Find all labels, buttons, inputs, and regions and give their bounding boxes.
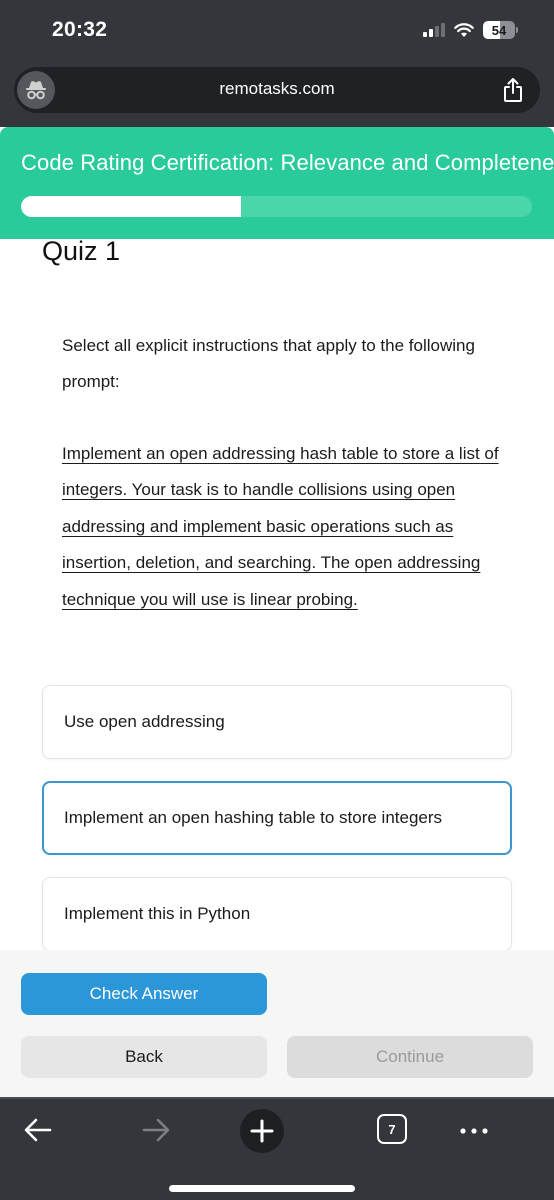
course-header: Code Rating Certification: Relevance and… — [0, 127, 554, 239]
arrow-right-icon[interactable] — [140, 1115, 172, 1145]
quiz-actions-footer: Check Answer Back Continue — [0, 950, 554, 1097]
battery-tip — [516, 27, 518, 33]
screen: 20:32 54 remotasks.com Code Rating Certi… — [0, 0, 554, 1200]
plus-icon[interactable] — [240, 1109, 284, 1153]
home-indicator[interactable] — [169, 1185, 355, 1192]
browser-top-chrome: 20:32 54 remotasks.com — [0, 0, 554, 127]
battery-icon: 54 — [483, 21, 515, 39]
answer-option-label: Implement this in Python — [64, 904, 251, 923]
course-progress-fill — [21, 196, 241, 217]
share-icon[interactable] — [502, 77, 524, 108]
battery-percent: 54 — [491, 22, 507, 38]
cellular-signal-icon — [423, 23, 445, 37]
question-prompt: Implement an open addressing hash table … — [62, 444, 499, 609]
course-title: Code Rating Certification: Relevance and… — [21, 150, 554, 175]
question-instruction: Select all explicit instructions that ap… — [62, 336, 475, 391]
continue-button[interactable]: Continue — [287, 1036, 533, 1078]
course-progress-bar — [21, 196, 532, 217]
answer-option-label: Use open addressing — [64, 712, 225, 731]
answer-option-label: Implement an open hashing table to store… — [64, 808, 443, 827]
arrow-left-icon[interactable] — [22, 1115, 54, 1145]
check-answer-button[interactable]: Check Answer — [21, 973, 267, 1015]
quiz-title: Quiz 1 — [42, 236, 121, 266]
answer-option[interactable]: Implement this in Python — [42, 877, 512, 951]
answer-option[interactable]: Implement an open hashing table to store… — [42, 781, 512, 855]
wifi-icon — [454, 22, 474, 37]
status-icons: 54 — [423, 21, 518, 39]
status-time: 20:32 — [52, 18, 108, 41]
tabs-icon[interactable]: 7 — [377, 1114, 407, 1144]
answer-option[interactable]: Use open addressing — [42, 685, 512, 759]
tab-count: 7 — [388, 1121, 396, 1137]
more-dots-icon[interactable] — [458, 1119, 490, 1143]
browser-bottom-toolbar: 7 — [0, 1097, 554, 1200]
url-text[interactable]: remotasks.com — [14, 79, 540, 99]
back-button[interactable]: Back — [21, 1036, 267, 1078]
address-bar[interactable]: remotasks.com — [14, 67, 540, 113]
